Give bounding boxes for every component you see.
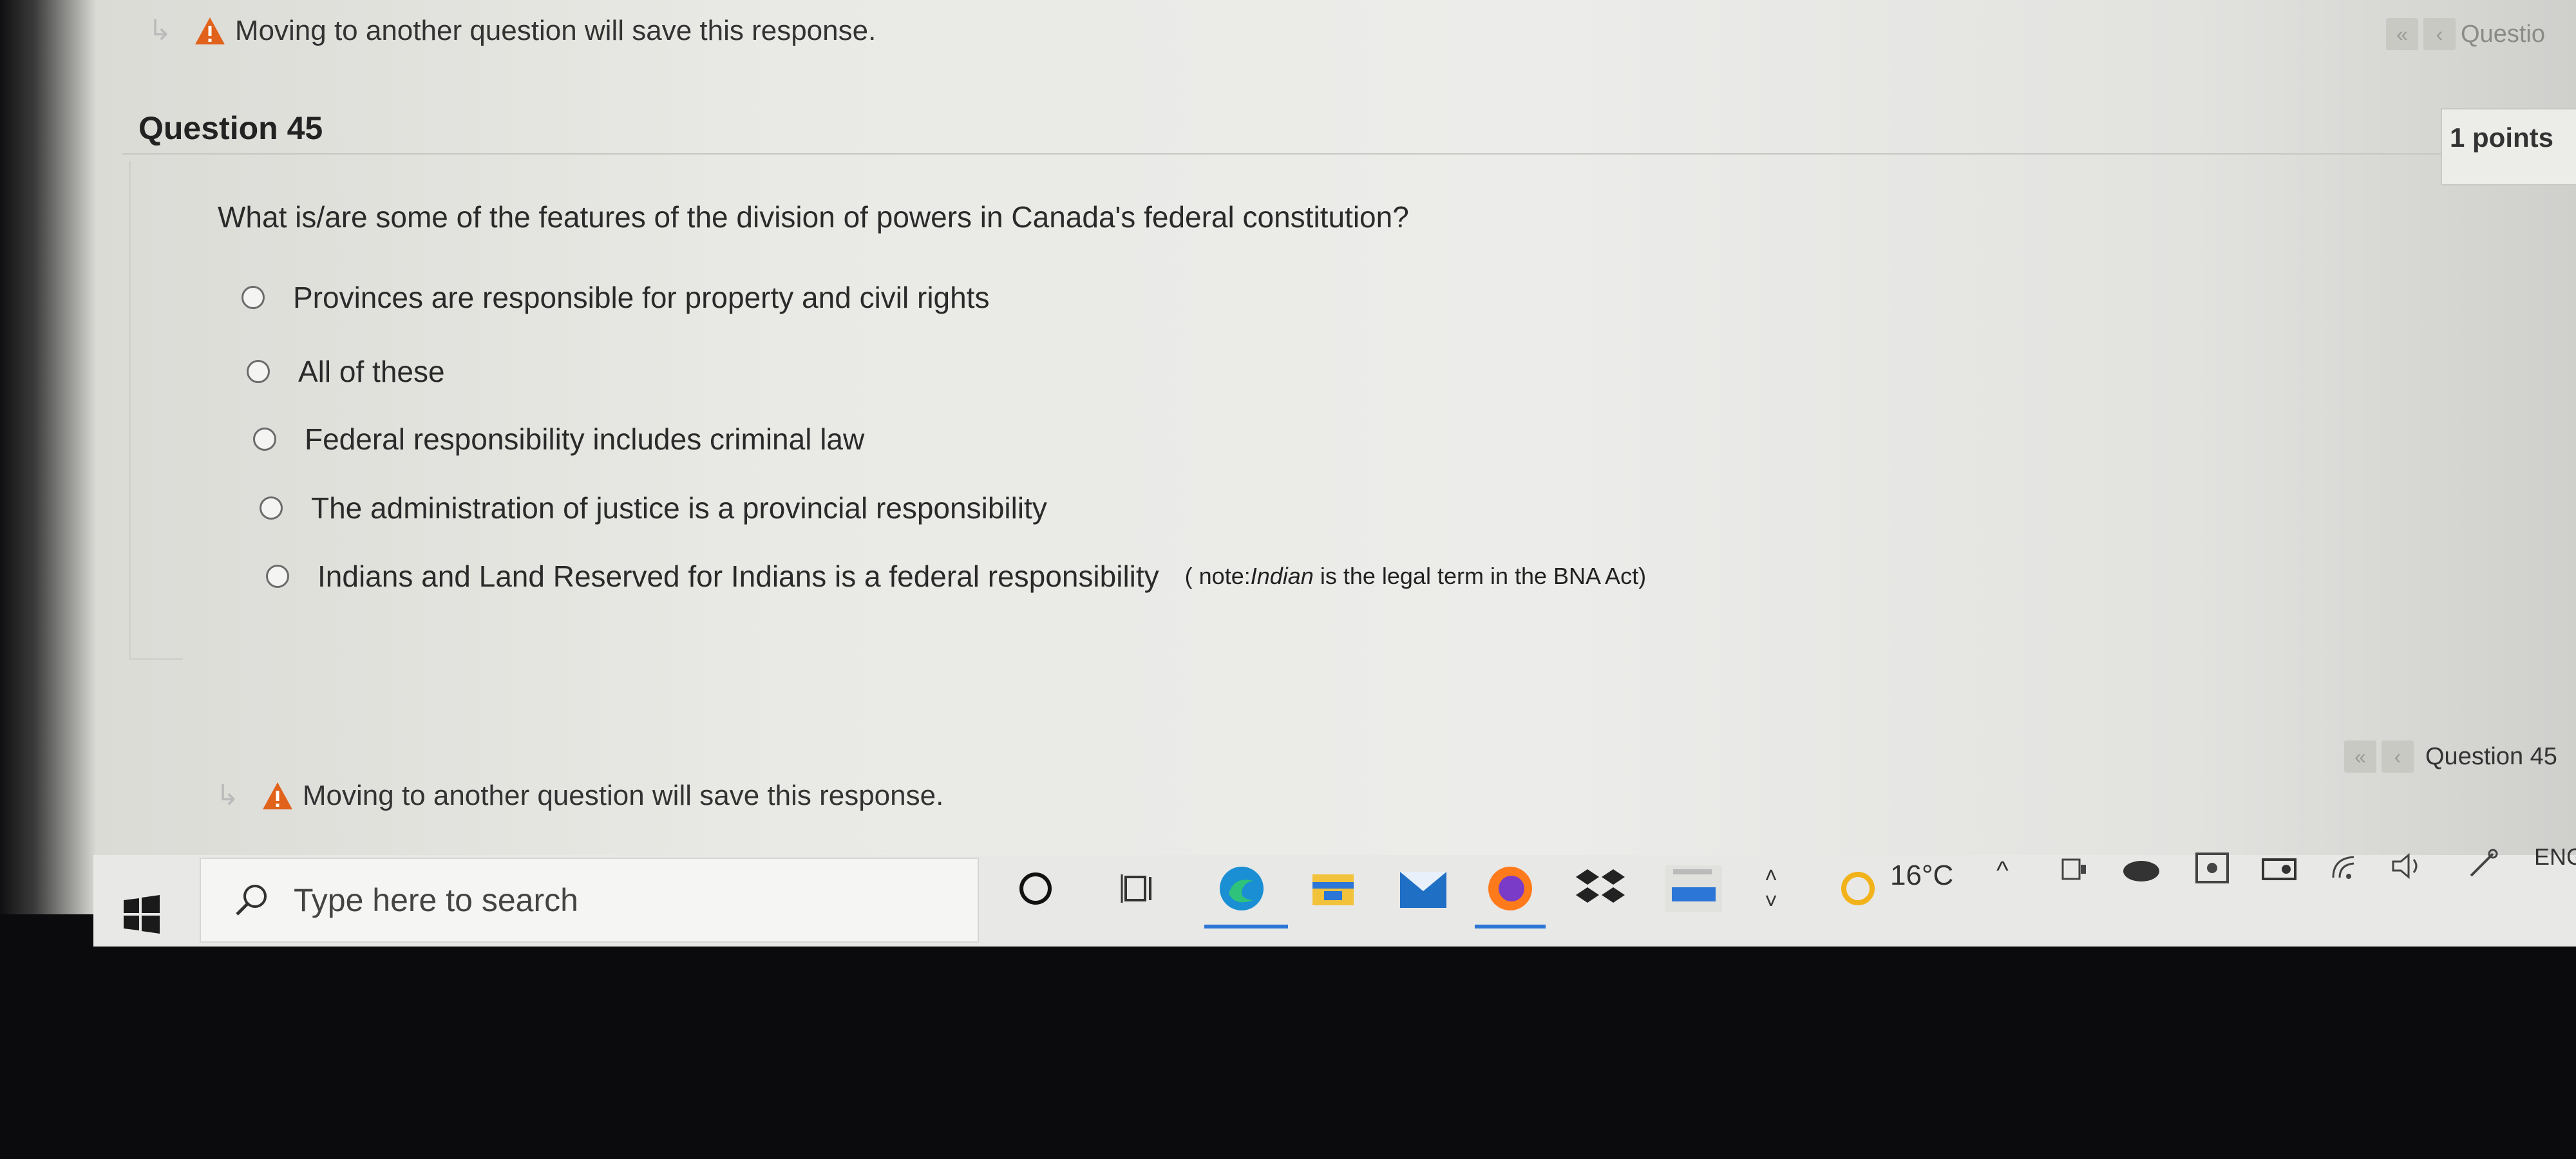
question-text: What is/are some of the features of the … xyxy=(218,200,1409,234)
previous-question-icon[interactable]: ‹ xyxy=(2382,740,2414,773)
top-warning-text: Moving to another question will save thi… xyxy=(234,14,876,46)
question-header-divider xyxy=(122,153,2441,155)
wifi-icon[interactable] xyxy=(2325,849,2370,887)
radio-button[interactable] xyxy=(260,496,283,520)
first-question-icon[interactable]: « xyxy=(2344,740,2376,773)
task-view-icon[interactable] xyxy=(1114,863,1166,914)
return-arrow-icon: ↳ xyxy=(148,15,172,46)
answer-option-label[interactable]: All of these xyxy=(298,354,445,389)
answer-option[interactable]: Provinces are responsible for property a… xyxy=(242,280,990,315)
weather-temperature[interactable]: 16°C xyxy=(1890,860,1953,892)
top-save-warning: ↳ Moving to another question will save t… xyxy=(148,14,876,47)
browser-viewport: ↳ Moving to another question will save t… xyxy=(0,0,2576,914)
warning-icon xyxy=(262,782,292,809)
answer-option-label[interactable]: Indians and Land Reserved for Indians is… xyxy=(317,559,1159,594)
mail-icon[interactable] xyxy=(1397,863,1449,914)
top-nav-label[interactable]: Questio xyxy=(2461,21,2545,48)
pen-icon[interactable] xyxy=(2460,845,2505,883)
bottom-warning-text: Moving to another question will save thi… xyxy=(302,779,944,811)
amazon-icon[interactable] xyxy=(1662,863,1726,914)
answer-option-label[interactable]: Provinces are responsible for property a… xyxy=(293,280,990,315)
weather-icon[interactable] xyxy=(1835,866,1880,911)
taskbar-search-input[interactable]: Type here to search xyxy=(200,858,979,943)
radio-button[interactable] xyxy=(242,286,265,309)
note-prefix: ( note: xyxy=(1184,563,1251,589)
bottom-question-nav: « ‹ Question 45 xyxy=(2344,740,2557,773)
radio-button[interactable] xyxy=(253,428,276,451)
bottom-save-warning: ↳ Moving to another question will save t… xyxy=(216,779,943,812)
windows-start-icon[interactable] xyxy=(122,895,161,934)
first-question-icon[interactable]: « xyxy=(2386,18,2418,50)
question-left-rule-foot xyxy=(129,658,183,660)
language-indicator[interactable]: ENG xyxy=(2534,843,2576,871)
points-badge: 1 points xyxy=(2441,108,2576,185)
answer-option[interactable]: Indians and Land Reserved for Indians is… xyxy=(266,559,1646,594)
answer-option-label[interactable]: Federal responsibility includes criminal… xyxy=(305,422,864,457)
bottom-nav-label[interactable]: Question 45 xyxy=(2425,743,2557,771)
screen-edge-shadow xyxy=(0,0,97,914)
security-icon[interactable] xyxy=(2190,849,2235,887)
firefox-icon[interactable] xyxy=(1484,863,1536,914)
answer-option[interactable]: The administration of justice is a provi… xyxy=(260,491,1047,525)
cortana-icon[interactable] xyxy=(1010,863,1061,914)
meet-now-icon[interactable] xyxy=(2054,850,2093,889)
answer-option-label[interactable]: The administration of justice is a provi… xyxy=(311,491,1047,525)
edge-active-indicator xyxy=(1204,925,1288,928)
radio-button[interactable] xyxy=(247,360,270,383)
radio-button[interactable] xyxy=(266,565,289,588)
option-note: ( note:Indian is the legal term in the B… xyxy=(1185,563,1646,590)
search-icon xyxy=(236,885,267,916)
dropbox-icon[interactable] xyxy=(1575,863,1626,914)
answer-option[interactable]: Federal responsibility includes criminal… xyxy=(253,422,864,457)
top-question-nav: « ‹ Questio xyxy=(2386,18,2545,50)
volume-icon[interactable] xyxy=(2386,847,2431,885)
firefox-active-indicator xyxy=(1475,925,1546,928)
edge-icon[interactable] xyxy=(1216,863,1267,914)
onedrive-icon[interactable] xyxy=(2119,850,2164,889)
return-arrow-icon: ↳ xyxy=(216,780,240,811)
question-title: Question 45 xyxy=(138,110,323,146)
answer-option[interactable]: All of these xyxy=(247,354,445,389)
show-hidden-icons[interactable]: ^ xyxy=(1996,856,2009,885)
file-explorer-icon[interactable] xyxy=(1307,863,1359,914)
search-placeholder: Type here to search xyxy=(294,882,578,918)
storage-icon[interactable] xyxy=(2257,850,2302,889)
note-italic-term: Indian xyxy=(1250,563,1314,589)
question-left-rule xyxy=(129,161,131,660)
note-suffix: is the legal term in the BNA Act) xyxy=(1313,563,1647,589)
previous-question-icon[interactable]: ‹ xyxy=(2423,18,2456,50)
warning-icon xyxy=(194,17,225,44)
taskbar-scroll-arrows[interactable]: ˄ ˅ xyxy=(1745,863,1797,914)
